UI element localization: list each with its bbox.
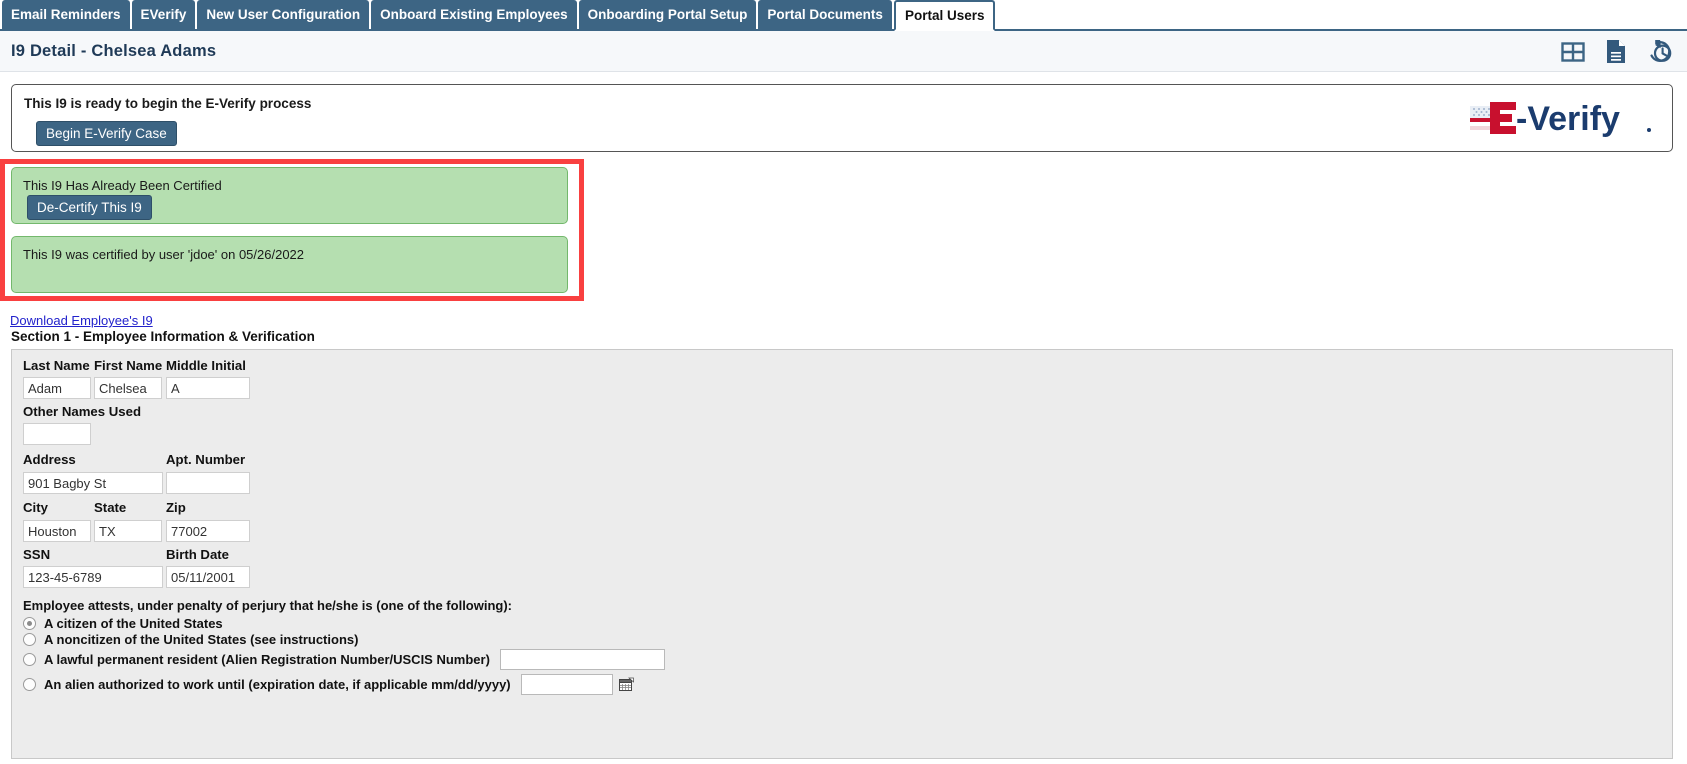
section1-title: Section 1 - Employee Information & Verif… [11, 329, 315, 344]
other-names-input[interactable] [23, 423, 91, 445]
label-middle-initial: Middle Initial [166, 358, 246, 373]
already-certified-text: This I9 Has Already Been Certified [23, 178, 222, 193]
page-header: I9 Detail - Chelsea Adams [0, 31, 1687, 72]
city-input[interactable] [23, 520, 91, 542]
calendar-picker-icon[interactable] [618, 677, 634, 692]
label-other-names: Other Names Used [23, 404, 141, 419]
tab-email-reminders[interactable]: Email Reminders [2, 0, 130, 29]
header-icon-group [1561, 39, 1673, 64]
attestation-option-noncitizen[interactable]: A noncitizen of the United States (see i… [23, 632, 358, 647]
attestation-label-noncitizen: A noncitizen of the United States (see i… [44, 632, 359, 647]
birth-date-input[interactable] [166, 566, 250, 588]
alien-registration-number-input[interactable] [499, 649, 665, 670]
attestation-option-permanent-resident[interactable]: A lawful permanent resident (Alien Regis… [23, 649, 665, 670]
download-employee-i9-link[interactable]: Download Employee's I9 [10, 313, 153, 328]
attestation-label-alien-authorized: An alien authorized to work until (expir… [44, 677, 511, 692]
address-input[interactable] [23, 472, 163, 494]
main-tab-bar: Email Reminders EVerify New User Configu… [0, 0, 1687, 31]
state-input[interactable] [94, 520, 162, 542]
tab-new-user-configuration[interactable]: New User Configuration [197, 0, 370, 29]
tab-portal-users[interactable]: Portal Users [893, 0, 996, 31]
page-title: I9 Detail - Chelsea Adams [11, 42, 217, 60]
decertify-i9-button[interactable]: De-Certify This I9 [27, 195, 152, 220]
tab-onboard-existing-employees[interactable]: Onboard Existing Employees [371, 0, 577, 29]
radio-permanent-resident[interactable] [23, 653, 36, 666]
radio-citizen[interactable] [23, 617, 36, 630]
section1-form-panel: Last Name First Name Middle Initial Othe… [11, 349, 1673, 759]
everify-panel: This I9 is ready to begin the E-Verify p… [11, 84, 1673, 152]
tab-portal-documents[interactable]: Portal Documents [758, 0, 892, 29]
label-address: Address [23, 452, 76, 467]
svg-text:-Verify: -Verify [1516, 100, 1620, 138]
attestation-option-alien-authorized[interactable]: An alien authorized to work until (expir… [23, 674, 634, 695]
radio-noncitizen[interactable] [23, 633, 36, 646]
ssn-input[interactable] [23, 566, 163, 588]
apt-number-input[interactable] [166, 472, 250, 494]
attestation-option-citizen[interactable]: A citizen of the United States [23, 616, 223, 631]
zip-input[interactable] [166, 520, 250, 542]
label-ssn: SSN [23, 547, 51, 562]
first-name-input[interactable] [94, 377, 162, 399]
attestation-heading: Employee attests, under penalty of perju… [23, 598, 513, 613]
history-icon[interactable] [1647, 39, 1673, 64]
everify-status-message: This I9 is ready to begin the E-Verify p… [24, 96, 312, 111]
attestation-label-permanent-resident: A lawful permanent resident (Alien Regis… [44, 652, 490, 667]
label-first-name: First Name [94, 358, 163, 373]
last-name-input[interactable] [23, 377, 91, 399]
everify-logo: -Verify [1468, 97, 1658, 141]
middle-initial-input[interactable] [166, 377, 250, 399]
label-city: City [23, 500, 48, 515]
grid-view-icon[interactable] [1561, 40, 1585, 64]
certified-by-text: This I9 was certified by user 'jdoe' on … [23, 247, 305, 262]
certified-by-banner: This I9 was certified by user 'jdoe' on … [11, 236, 568, 293]
label-birth-date: Birth Date [166, 547, 230, 562]
label-apt-number: Apt. Number [166, 452, 246, 467]
begin-everify-case-button[interactable]: Begin E-Verify Case [36, 121, 177, 146]
label-state: State [94, 500, 127, 515]
tab-everify[interactable]: EVerify [131, 0, 196, 29]
tab-onboarding-portal-setup[interactable]: Onboarding Portal Setup [578, 0, 757, 29]
radio-alien-authorized[interactable] [23, 678, 36, 691]
document-icon[interactable] [1605, 39, 1627, 64]
already-certified-banner: This I9 Has Already Been Certified De-Ce… [11, 167, 568, 224]
work-authorization-expiration-input[interactable] [520, 674, 613, 695]
attestation-label-citizen: A citizen of the United States [44, 616, 223, 631]
label-zip: Zip [166, 500, 186, 515]
label-last-name: Last Name [23, 358, 90, 373]
